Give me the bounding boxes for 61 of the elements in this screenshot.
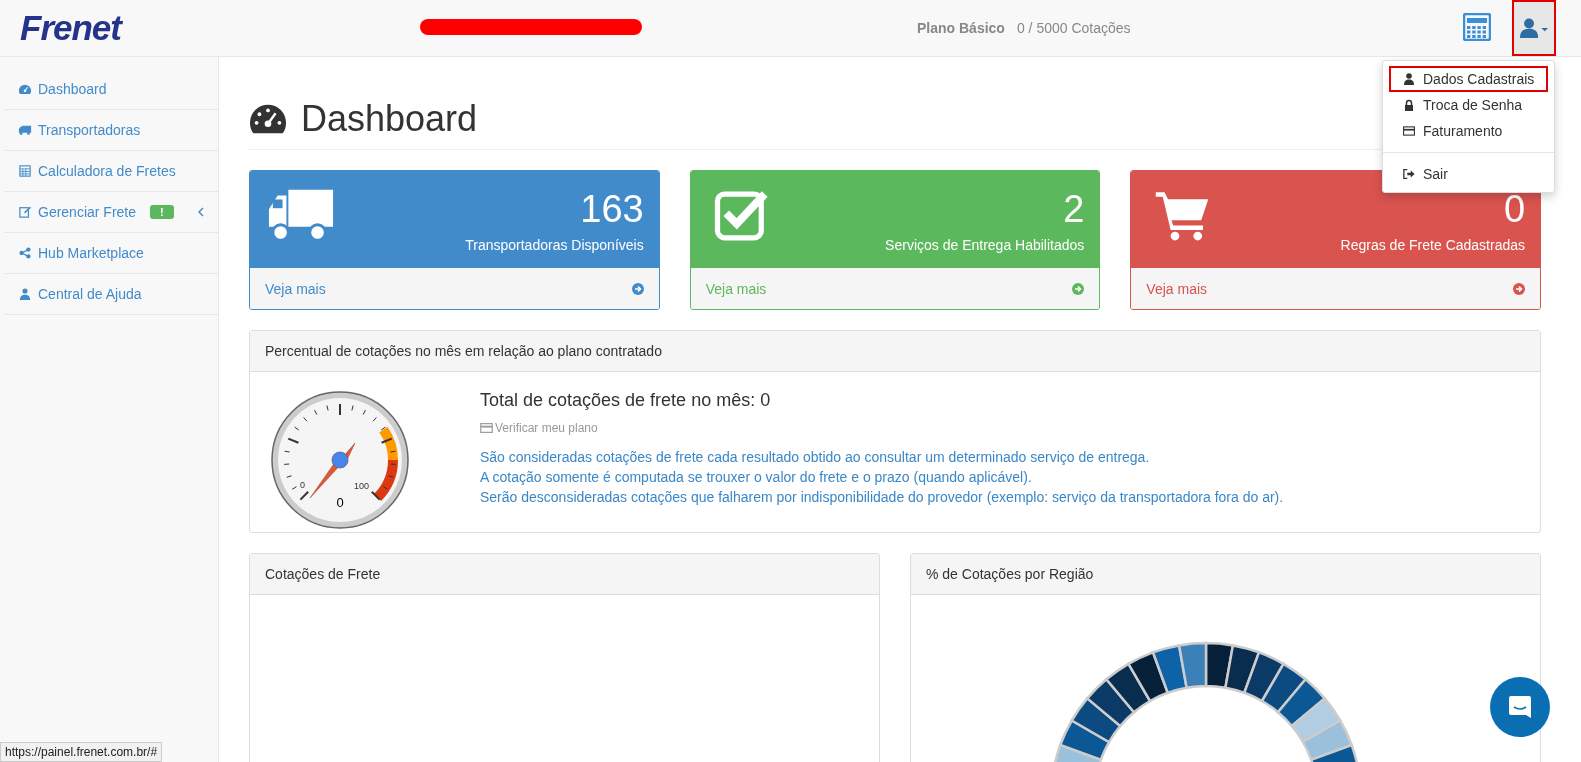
page-title: Dashboard — [301, 98, 478, 140]
stat-value: 0 — [1503, 187, 1525, 231]
check-plan-link[interactable]: Verificar meu plano — [480, 421, 1284, 435]
plan-usage: 0 / 5000 Cotações — [1016, 20, 1131, 36]
status-url: https://painel.frenet.com.br/# — [0, 742, 163, 762]
plan-name: Plano Básico — [917, 20, 1005, 36]
user-icon — [1520, 16, 1548, 40]
alert-badge: ! — [150, 205, 174, 219]
donut-segment — [1104, 662, 1151, 714]
usage-heading: Total de cotações de frete no mês: 0 — [480, 390, 772, 411]
credit-card-icon — [1403, 125, 1415, 137]
donut-segment — [1085, 678, 1135, 728]
menu-item[interactable]: Sair — [1389, 161, 1548, 187]
arrow-circle-icon — [631, 282, 644, 295]
calculator-icon — [18, 165, 32, 177]
share-icon — [18, 247, 32, 259]
stat-label: Serviços de Entrega Habilitados — [885, 237, 1085, 253]
donut-segment — [1126, 651, 1169, 703]
sidebar-item[interactable]: Central de Ajuda — [4, 274, 218, 315]
view-more-link[interactable]: Veja mais — [1131, 268, 1540, 309]
sidebar-item[interactable]: Calculadora de Fretes — [4, 151, 218, 192]
logo[interactable]: Frenet — [20, 8, 420, 48]
user-menu-button[interactable] — [1512, 0, 1556, 56]
donut-segment — [1276, 678, 1326, 728]
info-note: A cotação somente é computada se trouxer o valor do frete e o prazo (quando aplicável). — [480, 468, 1033, 487]
truck-icon — [18, 124, 32, 136]
user-icon — [1403, 73, 1415, 85]
menu-item[interactable]: Dados Cadastrais — [1389, 66, 1548, 92]
sidebar-item[interactable]: Dashboard — [4, 69, 218, 110]
panel-title: % de Cotações por Região — [911, 554, 1540, 595]
donut-segment — [1223, 644, 1260, 695]
sidebar-item[interactable]: Gerenciar Frete ! — [4, 192, 218, 233]
panel-title: Percentual de cotações no mês em relação ao plano contratado — [250, 331, 1540, 372]
stat-value: 163 — [580, 187, 644, 231]
stat-label: Regras de Frete Cadastradas — [1340, 237, 1525, 253]
stat-label: Transportadoras Disponíveis — [465, 237, 644, 253]
menu-item[interactable]: Troca de Senha — [1389, 92, 1548, 118]
arrow-circle-icon — [1513, 282, 1525, 295]
gauge-drawing: 0 100 0 — [270, 390, 410, 530]
donut-segment — [1242, 651, 1285, 703]
calculator-button[interactable] — [1462, 13, 1492, 43]
chat-button[interactable] — [1490, 677, 1550, 737]
sidebar-item[interactable]: Transportadoras — [4, 110, 218, 151]
credit-card-icon — [480, 423, 493, 433]
info-note: Serão desconsideradas cotações que falharem por indisponibilidade do provedor (exemplo: serviço da transportadora fora do ar). — [480, 488, 1284, 507]
view-more-link[interactable]: Veja mais — [690, 268, 1100, 309]
sign-out-icon — [1403, 168, 1415, 180]
view-more-link[interactable]: Veja mais — [250, 268, 659, 309]
sidebar-item[interactable]: Hub Marketplace — [4, 233, 218, 274]
edit-icon — [18, 206, 32, 218]
dashboard-icon — [18, 83, 32, 95]
person-icon — [18, 288, 32, 300]
lock-icon — [1403, 99, 1415, 111]
panel-title: Cotações de Frete — [250, 554, 879, 595]
info-note: São consideradas cotações de frete cada resultado obtido ao consultar um determinado serviço de entrega. — [480, 448, 1151, 467]
arrow-circle-icon — [1072, 282, 1085, 295]
menu-item[interactable]: Faturamento — [1389, 118, 1548, 144]
donut-segment — [1260, 662, 1307, 714]
dashboard-icon — [249, 103, 287, 135]
donut-segment — [1151, 644, 1188, 695]
stat-value: 2 — [1063, 187, 1085, 231]
